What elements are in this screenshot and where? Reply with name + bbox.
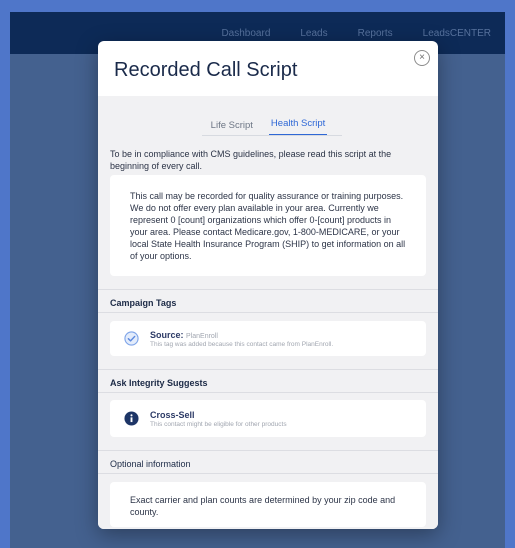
suggestion-card: Cross-Sell This contact might be eligibl… (110, 400, 426, 437)
source-line: Source: PlanEnroll (150, 330, 333, 340)
modal-title: Recorded Call Script (114, 59, 298, 81)
optional-info-title: Optional information (110, 459, 191, 469)
modal-header: Recorded Call Script × (98, 41, 438, 96)
close-icon[interactable]: × (414, 50, 430, 66)
section-divider (98, 289, 438, 290)
tab-divider (202, 135, 342, 136)
campaign-tag-card: Source: PlanEnroll This tag was added be… (110, 321, 426, 356)
optional-info-card: Exact carrier and plan counts are determ… (110, 482, 426, 527)
source-label: Source: (150, 329, 184, 340)
campaign-tag-text: Source: PlanEnroll This tag was added be… (150, 330, 333, 348)
tab-life-script[interactable]: Life Script (209, 120, 255, 136)
script-card: This call may be recorded for quality as… (110, 175, 426, 276)
section-divider (98, 392, 438, 393)
compliance-intro: To be in compliance with CMS guidelines,… (110, 149, 392, 171)
nav-item-dashboard[interactable]: Dashboard (221, 28, 270, 39)
campaign-tags-title: Campaign Tags (110, 298, 177, 308)
nav-item-leadscenter[interactable]: LeadsCENTER (423, 28, 491, 39)
recorded-call-script-modal: Recorded Call Script × Life Script Healt… (98, 41, 438, 529)
cross-sell-description: This contact might be eligible for other… (150, 420, 287, 428)
source-value: PlanEnroll (186, 332, 218, 340)
section-divider (98, 450, 438, 451)
tab-health-script[interactable]: Health Script (268, 118, 328, 136)
modal-body: Life Script Health Script To be in compl… (98, 96, 438, 529)
cross-sell-label: Cross-Sell (150, 410, 287, 420)
section-divider (98, 369, 438, 370)
suggestions-title: Ask Integrity Suggests (110, 378, 208, 388)
section-divider (98, 473, 438, 474)
nav-item-leads[interactable]: Leads (300, 28, 327, 39)
cross-sell-title: Cross-Sell (150, 409, 195, 420)
nav-item-reports[interactable]: Reports (358, 28, 393, 39)
source-description: This tag was added because this contact … (150, 340, 334, 348)
check-circle-icon (124, 331, 139, 346)
suggestion-text: Cross-Sell This contact might be eligibl… (150, 410, 287, 428)
section-divider (98, 312, 438, 313)
info-circle-icon (124, 411, 139, 426)
optional-info-text: Exact carrier and plan counts are determ… (130, 495, 396, 517)
script-text: This call may be recorded for quality as… (130, 191, 406, 261)
script-tabs: Life Script Health Script (98, 96, 438, 136)
